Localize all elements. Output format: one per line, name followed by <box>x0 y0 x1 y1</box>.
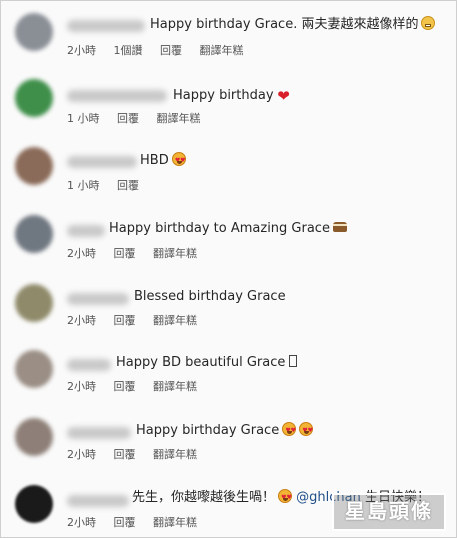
avatar[interactable] <box>15 284 53 322</box>
comment-time: 2小時 <box>67 314 96 327</box>
avatar[interactable] <box>15 215 53 253</box>
comment-meta: 2小時 回覆 翻譯年糕 <box>67 247 211 261</box>
reply-button[interactable]: 回覆 <box>114 516 136 529</box>
comment-body: Blessed birthday Grace <box>134 289 286 304</box>
translate-button[interactable]: 翻譯年糕 <box>153 247 197 260</box>
likes-count[interactable]: 1個讚 <box>114 44 143 57</box>
reply-button[interactable]: 回覆 <box>117 179 139 192</box>
comment-text: HBD <box>140 152 187 170</box>
avatar[interactable] <box>15 13 53 51</box>
reply-button[interactable]: 回覆 <box>114 314 136 327</box>
comment-item: Happy birthday ❤ 1 小時 回覆 翻譯年糕 <box>1 67 456 131</box>
comment-meta: 1 小時 回覆 <box>67 179 153 193</box>
avatar[interactable] <box>15 79 53 117</box>
translate-button[interactable]: 翻譯年糕 <box>153 380 197 393</box>
username-blurred[interactable] <box>67 359 111 371</box>
avatar[interactable] <box>15 350 53 388</box>
comment-meta: 2小時 回覆 翻譯年糕 <box>67 448 211 462</box>
heart-eyes-emoji-icon <box>282 422 297 440</box>
comment-item: HBD 1 小時 回覆 <box>1 133 456 197</box>
comment-item: Happy birthday Grace 2小時 回覆 翻譯年糕 <box>1 405 456 469</box>
comment-meta: 2小時 1個讚 回覆 翻譯年糕 <box>67 44 258 58</box>
missing-glyph-icon <box>289 355 298 367</box>
comment-text: Happy birthday Grace. 兩夫妻越來越像样的 <box>150 16 436 34</box>
comment-body: 先生，你越嚟越後生喎！ <box>132 490 276 505</box>
translate-button[interactable]: 翻譯年糕 <box>153 314 197 327</box>
comment-meta: 2小時 回覆 翻譯年糕 <box>67 516 211 530</box>
reply-button[interactable]: 回覆 <box>160 44 182 57</box>
comment-item: Blessed birthday Grace 2小時 回覆 翻譯年糕 <box>1 269 456 333</box>
comment-meta: 1 小時 回覆 翻譯年糕 <box>67 112 215 126</box>
cake-emoji-icon <box>332 222 347 232</box>
reply-button[interactable]: 回覆 <box>114 448 136 461</box>
comment-body: Happy birthday Grace. 兩夫妻越來越像样的 <box>150 17 419 32</box>
watermark-logo: 星島頭條 <box>332 493 446 531</box>
comment-time: 2小時 <box>67 516 96 529</box>
comment-body: HBD <box>140 153 169 168</box>
comment-time: 1 小時 <box>67 179 100 192</box>
comment-body: Happy BD beautiful Grace <box>116 355 286 370</box>
comment-item: Happy birthday to Amazing Grace 2小時 回覆 翻… <box>1 201 456 265</box>
heart-eyes-emoji-icon <box>171 152 187 170</box>
comment-body: Happy birthday <box>173 88 274 103</box>
translate-button[interactable]: 翻譯年糕 <box>153 516 197 529</box>
reply-button[interactable]: 回覆 <box>114 380 136 393</box>
comments-panel: Happy birthday Grace. 兩夫妻越來越像样的 2小時 1個讚 … <box>0 0 457 538</box>
comment-text: Blessed birthday Grace <box>134 288 286 306</box>
username-blurred[interactable] <box>67 293 129 305</box>
avatar[interactable] <box>15 485 53 523</box>
comment-time: 1 小時 <box>67 112 100 125</box>
avatar[interactable] <box>15 147 53 185</box>
translate-button[interactable]: 翻譯年糕 <box>157 112 201 125</box>
username-blurred[interactable] <box>67 225 105 237</box>
heart-emoji-icon: ❤ <box>277 87 290 105</box>
username-blurred[interactable] <box>67 156 137 168</box>
comment-time: 2小時 <box>67 448 96 461</box>
reply-button[interactable]: 回覆 <box>117 112 139 125</box>
comment-time: 2小時 <box>67 247 96 260</box>
grimace-emoji-icon <box>421 16 436 30</box>
translate-button[interactable]: 翻譯年糕 <box>200 44 244 57</box>
avatar[interactable] <box>15 418 53 456</box>
comment-time: 2小時 <box>67 44 96 57</box>
comment-body: Happy birthday to Amazing Grace <box>109 221 330 236</box>
username-blurred[interactable] <box>67 427 131 439</box>
comment-time: 2小時 <box>67 380 96 393</box>
reply-button[interactable]: 回覆 <box>114 247 136 260</box>
comment-item: Happy BD beautiful Grace 2小時 回覆 翻譯年糕 <box>1 337 456 401</box>
heart-eyes-emoji-icon <box>278 489 293 507</box>
comment-text: Happy birthday ❤ <box>173 87 291 105</box>
comment-text: Happy birthday to Amazing Grace <box>109 220 347 238</box>
comment-body: Happy birthday Grace <box>136 423 280 438</box>
username-blurred[interactable] <box>67 90 167 102</box>
username-blurred[interactable] <box>67 495 129 507</box>
comment-text: Happy birthday Grace <box>136 422 314 440</box>
comment-meta: 2小時 回覆 翻譯年糕 <box>67 314 211 328</box>
comment-text: Happy BD beautiful Grace <box>116 354 298 372</box>
comment-item: Happy birthday Grace. 兩夫妻越來越像样的 2小時 1個讚 … <box>1 1 456 65</box>
comment-meta: 2小時 回覆 翻譯年糕 <box>67 380 211 394</box>
translate-button[interactable]: 翻譯年糕 <box>153 448 197 461</box>
username-blurred[interactable] <box>67 20 145 32</box>
heart-eyes-emoji-icon <box>299 422 314 440</box>
